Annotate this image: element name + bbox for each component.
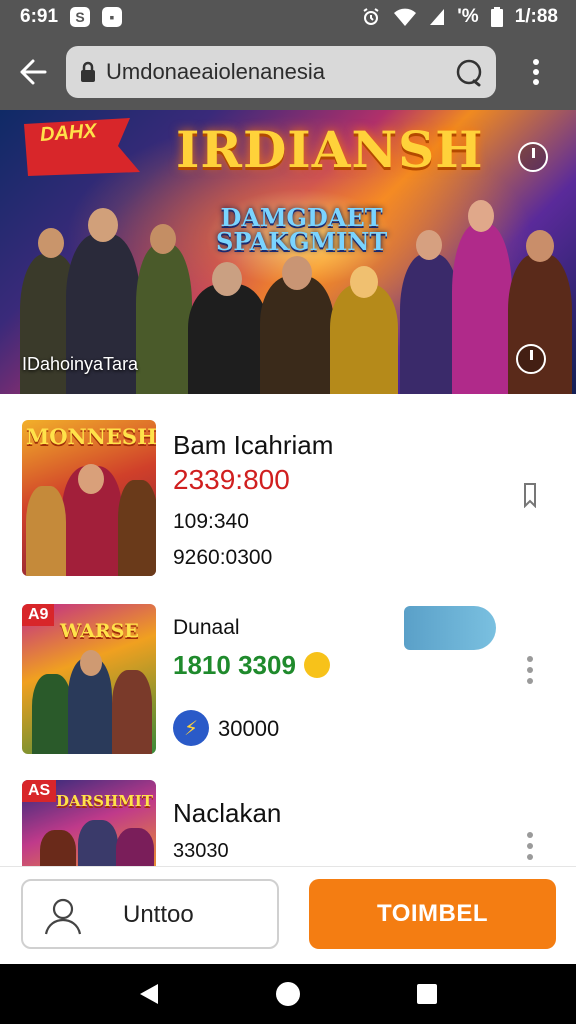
bookmark-icon[interactable] <box>522 482 538 508</box>
more-options-button[interactable] <box>496 34 576 110</box>
timer-icon[interactable] <box>516 344 546 374</box>
item-more-button[interactable] <box>522 832 538 860</box>
status-time-left: 6:91 <box>20 6 59 27</box>
back-triangle-icon[interactable] <box>138 982 160 1006</box>
character-figure <box>330 284 398 394</box>
banner-caption: IDahoinyaTara <box>22 354 139 374</box>
wifi-icon <box>393 7 417 27</box>
lock-icon <box>81 61 95 82</box>
thumbnail-badge: A9 <box>22 604 55 626</box>
thumbnail-badge: AS <box>22 780 57 802</box>
url-text: Umdonaeaiolenanesia <box>106 59 325 84</box>
promo-chip[interactable] <box>404 606 496 650</box>
item-detail-2: 9260:0300 <box>173 546 273 569</box>
item-more-button[interactable] <box>522 656 538 684</box>
battery-icon <box>490 7 503 27</box>
address-bar[interactable]: Umdonaeaiolenanesia <box>66 46 496 98</box>
recents-square-icon[interactable] <box>416 983 438 1005</box>
thumbnail-title: MONNESH <box>26 424 156 449</box>
reload-icon[interactable] <box>454 57 484 87</box>
character-head <box>80 650 102 676</box>
banner-flag-text: DAHX <box>39 120 98 146</box>
character-head <box>282 256 312 290</box>
character-head <box>468 200 494 232</box>
status-signal-text: '% <box>457 6 479 27</box>
item-title: Naclakan <box>173 798 282 828</box>
user-button-label: Unttoo <box>123 901 194 928</box>
banner-title: IRDIANSH <box>176 120 484 179</box>
promo-banner[interactable]: DAHX IRDIANSH DAMGDAET SPAKGMINT IDahoin… <box>0 110 576 394</box>
item-title: Dunaal <box>173 616 240 639</box>
game-thumbnail[interactable]: MONNESH <box>22 420 156 576</box>
character-figure <box>136 244 192 394</box>
item-price: 2339:800 <box>173 464 290 495</box>
game-list: MONNESH Bam Icahriam 2339:800 109:340 92… <box>0 394 576 866</box>
notification-app-icon: S <box>70 7 91 27</box>
game-thumbnail[interactable]: A9 WARSE <box>22 604 156 754</box>
banner-subtitle-line2: SPAKGMINT <box>216 227 388 256</box>
user-icon <box>44 898 82 935</box>
item-price: 1810 3309 <box>173 650 296 680</box>
character-figure <box>112 670 152 754</box>
system-nav-bar <box>0 964 576 1024</box>
home-circle-icon[interactable] <box>275 981 301 1007</box>
character-figure <box>260 276 334 394</box>
character-figure <box>508 254 572 394</box>
back-button[interactable] <box>0 34 66 110</box>
thumbnail-title: WARSE <box>60 620 139 642</box>
thumbnail-title: DARSHMIT <box>56 792 153 810</box>
item-title: Bam Icahriam <box>173 430 334 460</box>
bottom-action-bar: Unttoo TOIMBEL <box>0 866 576 964</box>
alarm-icon <box>361 7 381 27</box>
character-head <box>150 224 176 254</box>
character-figure <box>26 486 66 576</box>
timer-icon[interactable] <box>518 142 548 172</box>
item-detail: 109:340 <box>173 510 249 533</box>
status-time-right: 1/:88 <box>514 6 558 27</box>
character-head <box>212 262 242 296</box>
character-head <box>526 230 554 262</box>
character-figure <box>116 828 154 866</box>
character-head <box>78 464 104 494</box>
character-figure <box>40 830 76 866</box>
list-item[interactable]: MONNESH Bam Icahriam 2339:800 109:340 92… <box>0 420 576 580</box>
character-figure <box>78 820 118 866</box>
character-head <box>350 266 378 298</box>
user-button[interactable]: Unttoo <box>21 879 279 949</box>
character-figure <box>32 674 72 754</box>
item-detail: 33030 <box>173 840 229 862</box>
character-head <box>416 230 442 260</box>
back-arrow-icon <box>20 59 47 85</box>
status-bar: 6:91 S ▪ '% 1/:88 <box>0 0 576 34</box>
browser-toolbar: Umdonaeaiolenanesia <box>0 34 576 110</box>
character-figure <box>118 480 156 576</box>
more-vert-icon <box>533 59 539 85</box>
primary-action-button[interactable]: TOIMBEL <box>309 879 556 949</box>
character-figure <box>188 284 268 394</box>
character-head <box>88 208 118 242</box>
character-figure <box>452 224 512 394</box>
item-detail: 30000 <box>218 716 280 741</box>
character-head <box>38 228 64 258</box>
banner-subtitle: DAMGDAET SPAKGMINT <box>216 206 387 254</box>
bolt-badge-icon: ⚡ <box>173 710 209 746</box>
signal-icon <box>429 8 445 26</box>
list-item[interactable]: AS DARSHMIT Naclakan 33030 <box>0 780 576 866</box>
list-item[interactable]: A9 WARSE Dunaal 1810 3309 ⚡ 30000 <box>0 604 576 756</box>
notification-app-icon-2: ▪ <box>102 7 123 27</box>
game-thumbnail[interactable]: AS DARSHMIT <box>22 780 156 866</box>
emoji-icon <box>304 652 330 678</box>
character-figure <box>400 254 460 394</box>
